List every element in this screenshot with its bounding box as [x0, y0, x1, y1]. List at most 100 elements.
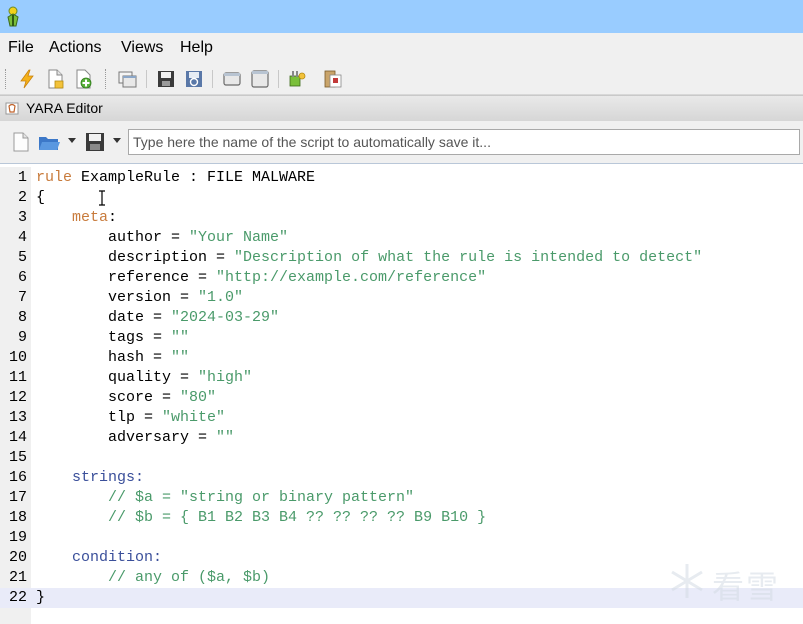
line-number: 16 [8, 469, 27, 486]
line-number: 19 [8, 529, 27, 546]
code-line[interactable]: 18 // $b = { B1 B2 B3 B4 ?? ?? ?? ?? B9 … [0, 508, 803, 528]
script-name-input[interactable] [128, 129, 800, 155]
code-line[interactable]: 19 [0, 528, 803, 548]
code-token: "" [171, 349, 190, 366]
code-line[interactable]: 15 [0, 448, 803, 468]
code-token: "" [171, 329, 190, 346]
line-number: 18 [8, 509, 27, 526]
code-token: quality = [36, 369, 199, 386]
line-number: 10 [8, 349, 27, 366]
code-line[interactable]: 11 quality = "high" [0, 368, 803, 388]
code-text[interactable]: strings: [36, 468, 144, 488]
code-text[interactable]: author = "Your Name" [36, 228, 288, 248]
restore-window-icon[interactable] [221, 68, 243, 90]
lightning-icon[interactable] [16, 68, 38, 90]
code-line[interactable]: 7 version = "1.0" [0, 288, 803, 308]
code-text[interactable]: adversary = "" [36, 428, 234, 448]
toolbar-separator [212, 70, 213, 88]
code-token: : [108, 209, 118, 226]
line-number: 21 [8, 569, 27, 586]
line-number: 4 [17, 229, 27, 246]
code-token: // $a = "string or binary pattern" [36, 489, 415, 506]
menu-file[interactable]: File [8, 39, 34, 57]
menu-views[interactable]: Views [121, 39, 163, 57]
code-line[interactable]: 16 strings: [0, 468, 803, 488]
code-text[interactable]: score = "80" [36, 388, 216, 408]
code-line[interactable]: 17 // $a = "string or binary pattern" [0, 488, 803, 508]
save-file-icon[interactable] [84, 131, 106, 153]
new-file-icon[interactable] [10, 131, 32, 153]
windows-icon[interactable] [116, 68, 138, 90]
line-number: 5 [17, 249, 27, 266]
menu-help[interactable]: Help [180, 39, 213, 57]
code-line[interactable]: 5 description = "Description of what the… [0, 248, 803, 268]
code-line[interactable]: 12 score = "80" [0, 388, 803, 408]
code-token: "Your Name" [189, 229, 289, 246]
code-line[interactable]: 8 date = "2024-03-29" [0, 308, 803, 328]
save-dropdown-icon[interactable] [113, 138, 121, 143]
code-text[interactable]: quality = "high" [36, 368, 252, 388]
code-text[interactable]: description = "Description of what the r… [36, 248, 702, 268]
code-text[interactable]: reference = "http://example.com/referenc… [36, 268, 486, 288]
code-line[interactable]: 13 tlp = "white" [0, 408, 803, 428]
maximize-window-icon[interactable] [249, 68, 271, 90]
code-text[interactable]: tags = "" [36, 328, 189, 348]
open-dropdown-icon[interactable] [68, 138, 76, 143]
open-folder-icon[interactable] [38, 131, 60, 153]
code-token: adversary = [36, 429, 217, 446]
code-token: "" [216, 429, 235, 446]
code-text[interactable]: { [36, 188, 45, 208]
line-number: 1 [17, 169, 27, 186]
line-number: 2 [17, 189, 27, 206]
code-text[interactable]: // $b = { B1 B2 B3 B4 ?? ?? ?? ?? B9 B10… [36, 508, 486, 528]
code-token: ExampleRule : FILE MALWARE [72, 169, 316, 186]
code-line[interactable]: 14 adversary = "" [0, 428, 803, 448]
code-token: hash = [36, 349, 172, 366]
code-token: tags = [36, 329, 172, 346]
code-token: // any of ($a, $b) [36, 569, 271, 586]
new-document-icon[interactable] [44, 68, 66, 90]
code-text[interactable]: meta: [36, 208, 117, 228]
watermark-text: 看雪 [712, 568, 781, 606]
code-text[interactable]: hash = "" [36, 348, 189, 368]
code-text[interactable]: } [36, 588, 45, 608]
code-text[interactable]: // $a = "string or binary pattern" [36, 488, 414, 508]
toolbar-grip[interactable] [105, 69, 108, 89]
line-number: 11 [8, 369, 27, 386]
code-line[interactable]: 9 tags = "" [0, 328, 803, 348]
code-line[interactable]: 2{ [0, 188, 803, 208]
code-line[interactable]: 3 meta: [0, 208, 803, 228]
code-text[interactable]: rule ExampleRule : FILE MALWARE [36, 168, 315, 188]
refresh-icon[interactable] [183, 68, 205, 90]
code-editor[interactable]: 1 rule ExampleRule : FILE MALWARE 2{3 meta… [0, 167, 803, 624]
code-text[interactable]: // any of ($a, $b) [36, 568, 270, 588]
code-line[interactable]: 6 reference = "http://example.com/refere… [0, 268, 803, 288]
code-token: rule [36, 169, 73, 186]
code-line[interactable]: 4 author = "Your Name" [0, 228, 803, 248]
toolbar-grip[interactable] [5, 69, 8, 89]
line-number: 15 [8, 449, 27, 466]
code-text[interactable]: condition: [36, 548, 162, 568]
editor-toolbar [0, 121, 803, 164]
title-bar [0, 0, 803, 33]
code-token: "1.0" [198, 289, 244, 306]
watermark: 看雪 [668, 560, 788, 606]
line-number: 12 [8, 389, 27, 406]
add-document-icon[interactable] [72, 68, 94, 90]
code-line[interactable]: 1 rule ExampleRule : FILE MALWARE [0, 168, 803, 188]
code-text[interactable]: tlp = "white" [36, 408, 225, 428]
code-token: tlp = [36, 409, 163, 426]
menu-actions[interactable]: Actions [49, 39, 101, 57]
script-icon[interactable] [322, 68, 344, 90]
code-token: condition: [72, 549, 163, 566]
line-number: 17 [8, 489, 27, 506]
code-line[interactable]: 10 hash = "" [0, 348, 803, 368]
save-icon[interactable] [155, 68, 177, 90]
code-text[interactable]: date = "2024-03-29" [36, 308, 279, 328]
line-number: 20 [8, 549, 27, 566]
plugin-icon[interactable] [286, 68, 308, 90]
code-text[interactable]: version = "1.0" [36, 288, 243, 308]
yara-editor-panel-tab[interactable]: YARA Editor [0, 95, 803, 122]
